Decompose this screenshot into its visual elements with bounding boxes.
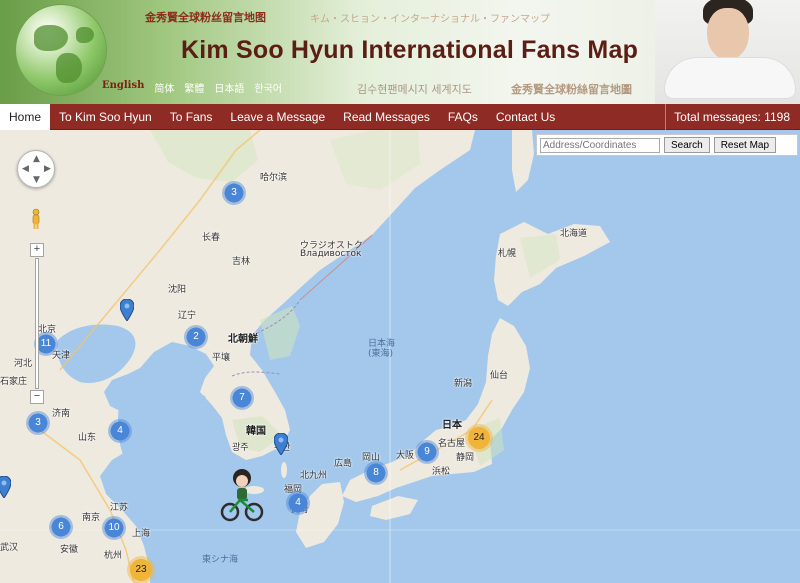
- label-hamamatsu: 浜松: [432, 467, 451, 477]
- page: 金秀賢全球粉丝留言地图 キム・スヒョン・インターナショナル・ファンマップ Kim…: [0, 0, 800, 583]
- search-button[interactable]: Search: [664, 137, 710, 153]
- pegman-icon[interactable]: [31, 208, 41, 230]
- address-input[interactable]: [540, 137, 660, 153]
- map-pin-icon[interactable]: [274, 433, 288, 455]
- lang-simplified-chinese[interactable]: 简体: [154, 80, 174, 95]
- label-jinan: 济南: [52, 409, 71, 419]
- label-japan: 日本: [442, 420, 462, 431]
- label-kitakyushu: 北九州: [300, 471, 328, 481]
- map-search-bar: Search Reset Map: [536, 134, 798, 156]
- label-changchun: 长春: [202, 233, 221, 243]
- label-nagoya: 名古屋: [438, 439, 466, 449]
- nav-read-messages[interactable]: Read Messages: [334, 104, 439, 130]
- label-wuhan: 武汉: [0, 543, 19, 553]
- nav-contact-us[interactable]: Contact Us: [487, 104, 564, 130]
- subtitle-korean: 김수현팬메시지 세계지도: [357, 83, 472, 96]
- cluster-marker[interactable]: 10: [102, 516, 126, 540]
- cluster-marker[interactable]: 8: [364, 461, 388, 485]
- label-nanjing: 南京: [82, 513, 101, 523]
- label-hebei: 河北: [14, 359, 33, 369]
- label-shijiazhuang: 石家庄: [0, 377, 28, 387]
- nav-faqs[interactable]: FAQs: [439, 104, 487, 130]
- nav-to-kim-soo-hyun[interactable]: To Kim Soo Hyun: [50, 104, 161, 130]
- zoom-in-button[interactable]: +: [30, 243, 44, 257]
- nav-bar: Home To Kim Soo Hyun To Fans Leave a Mes…: [0, 104, 800, 130]
- cluster-marker[interactable]: 23: [127, 556, 155, 583]
- label-shenyang: 沈阳: [168, 285, 187, 295]
- label-vladivostok-ru: Владивосток: [300, 249, 362, 259]
- label-hiroshima: 広島: [334, 459, 353, 469]
- zoom-out-button[interactable]: −: [30, 390, 44, 404]
- site-title: Kim Soo Hyun International Fans Map: [181, 36, 639, 64]
- label-shizuoka: 静岡: [456, 453, 475, 463]
- main-nav: Home To Kim Soo Hyun To Fans Leave a Mes…: [0, 104, 564, 130]
- lang-traditional-chinese[interactable]: 繁體: [184, 80, 204, 95]
- cluster-marker[interactable]: 3: [222, 181, 246, 205]
- label-north-korea: 北朝鮮: [228, 334, 258, 345]
- language-selector: English 简体 繁體 日本語 한국어: [102, 80, 282, 95]
- lang-korean[interactable]: 한국어: [254, 80, 282, 95]
- pan-up-icon[interactable]: ▲: [33, 155, 40, 164]
- cluster-marker[interactable]: 4: [108, 419, 132, 443]
- label-shanghai: 上海: [132, 529, 151, 539]
- pan-down-icon[interactable]: ▼: [33, 176, 40, 185]
- subtitle-chinese-traditional: 金秀賢全球粉絲留言地圖: [511, 83, 632, 96]
- cluster-marker[interactable]: 2: [184, 325, 208, 349]
- label-pyongyang: 平壤: [212, 353, 231, 363]
- subtitle-chinese: 金秀賢全球粉丝留言地图: [145, 11, 266, 24]
- reset-map-button[interactable]: Reset Map: [713, 137, 777, 153]
- total-messages: Total messages: 1198: [665, 104, 790, 130]
- pan-right-icon[interactable]: ▶: [44, 165, 51, 174]
- map-pin-icon[interactable]: [120, 299, 134, 321]
- nav-home[interactable]: Home: [0, 104, 51, 130]
- label-south-korea: 韓国: [246, 426, 266, 437]
- label-shandong: 山东: [78, 433, 97, 443]
- globe-logo: [16, 5, 106, 95]
- pan-control[interactable]: ▲ ▼ ◀ ▶: [17, 150, 55, 188]
- map-canvas[interactable]: 哈尔滨 长春 吉林 ウラジオストク Владивосток 沈阳 辽宁 北朝鮮 …: [0, 130, 800, 583]
- nav-leave-message[interactable]: Leave a Message: [221, 104, 334, 130]
- label-anhui: 安徽: [60, 545, 79, 555]
- label-niigata: 新潟: [454, 379, 473, 389]
- label-osaka: 大阪: [396, 451, 415, 461]
- map-base-layer: [0, 130, 800, 583]
- pan-left-icon[interactable]: ◀: [22, 165, 29, 174]
- bicycle-avatar-icon[interactable]: [220, 468, 264, 522]
- label-hokkaido: 北海道: [560, 229, 588, 239]
- portrait-image: [655, 0, 800, 104]
- label-harbin: 哈尔滨: [260, 173, 288, 183]
- label-sapporo: 札幌: [498, 249, 517, 259]
- lang-japanese[interactable]: 日本語: [214, 80, 244, 95]
- label-sendai: 仙台: [490, 371, 509, 381]
- label-jiangsu: 江苏: [110, 503, 129, 513]
- cluster-marker[interactable]: 9: [415, 440, 439, 464]
- label-east-china-sea: 東シナ海: [202, 555, 239, 565]
- zoom-slider[interactable]: [35, 258, 39, 389]
- label-jilin: 吉林: [232, 257, 251, 267]
- label-liaoning: 辽宁: [178, 311, 197, 321]
- subtitle-japanese: キム・スヒョン・インターナショナル・ファンマップ: [310, 14, 550, 25]
- cluster-marker[interactable]: 7: [230, 386, 254, 410]
- cluster-marker[interactable]: 4: [286, 491, 310, 515]
- label-gwangju: 광주: [232, 443, 249, 453]
- cluster-marker[interactable]: 24: [465, 424, 493, 452]
- label-hangzhou: 杭州: [104, 551, 123, 561]
- cluster-marker[interactable]: 3: [26, 411, 50, 435]
- map-pin-icon[interactable]: [0, 476, 11, 498]
- label-east-sea: (東海): [368, 349, 394, 359]
- header-banner: 金秀賢全球粉丝留言地图 キム・スヒョン・インターナショナル・ファンマップ Kim…: [0, 0, 800, 104]
- cluster-marker[interactable]: 6: [49, 515, 73, 539]
- nav-to-fans[interactable]: To Fans: [161, 104, 222, 130]
- lang-english[interactable]: English: [102, 80, 144, 95]
